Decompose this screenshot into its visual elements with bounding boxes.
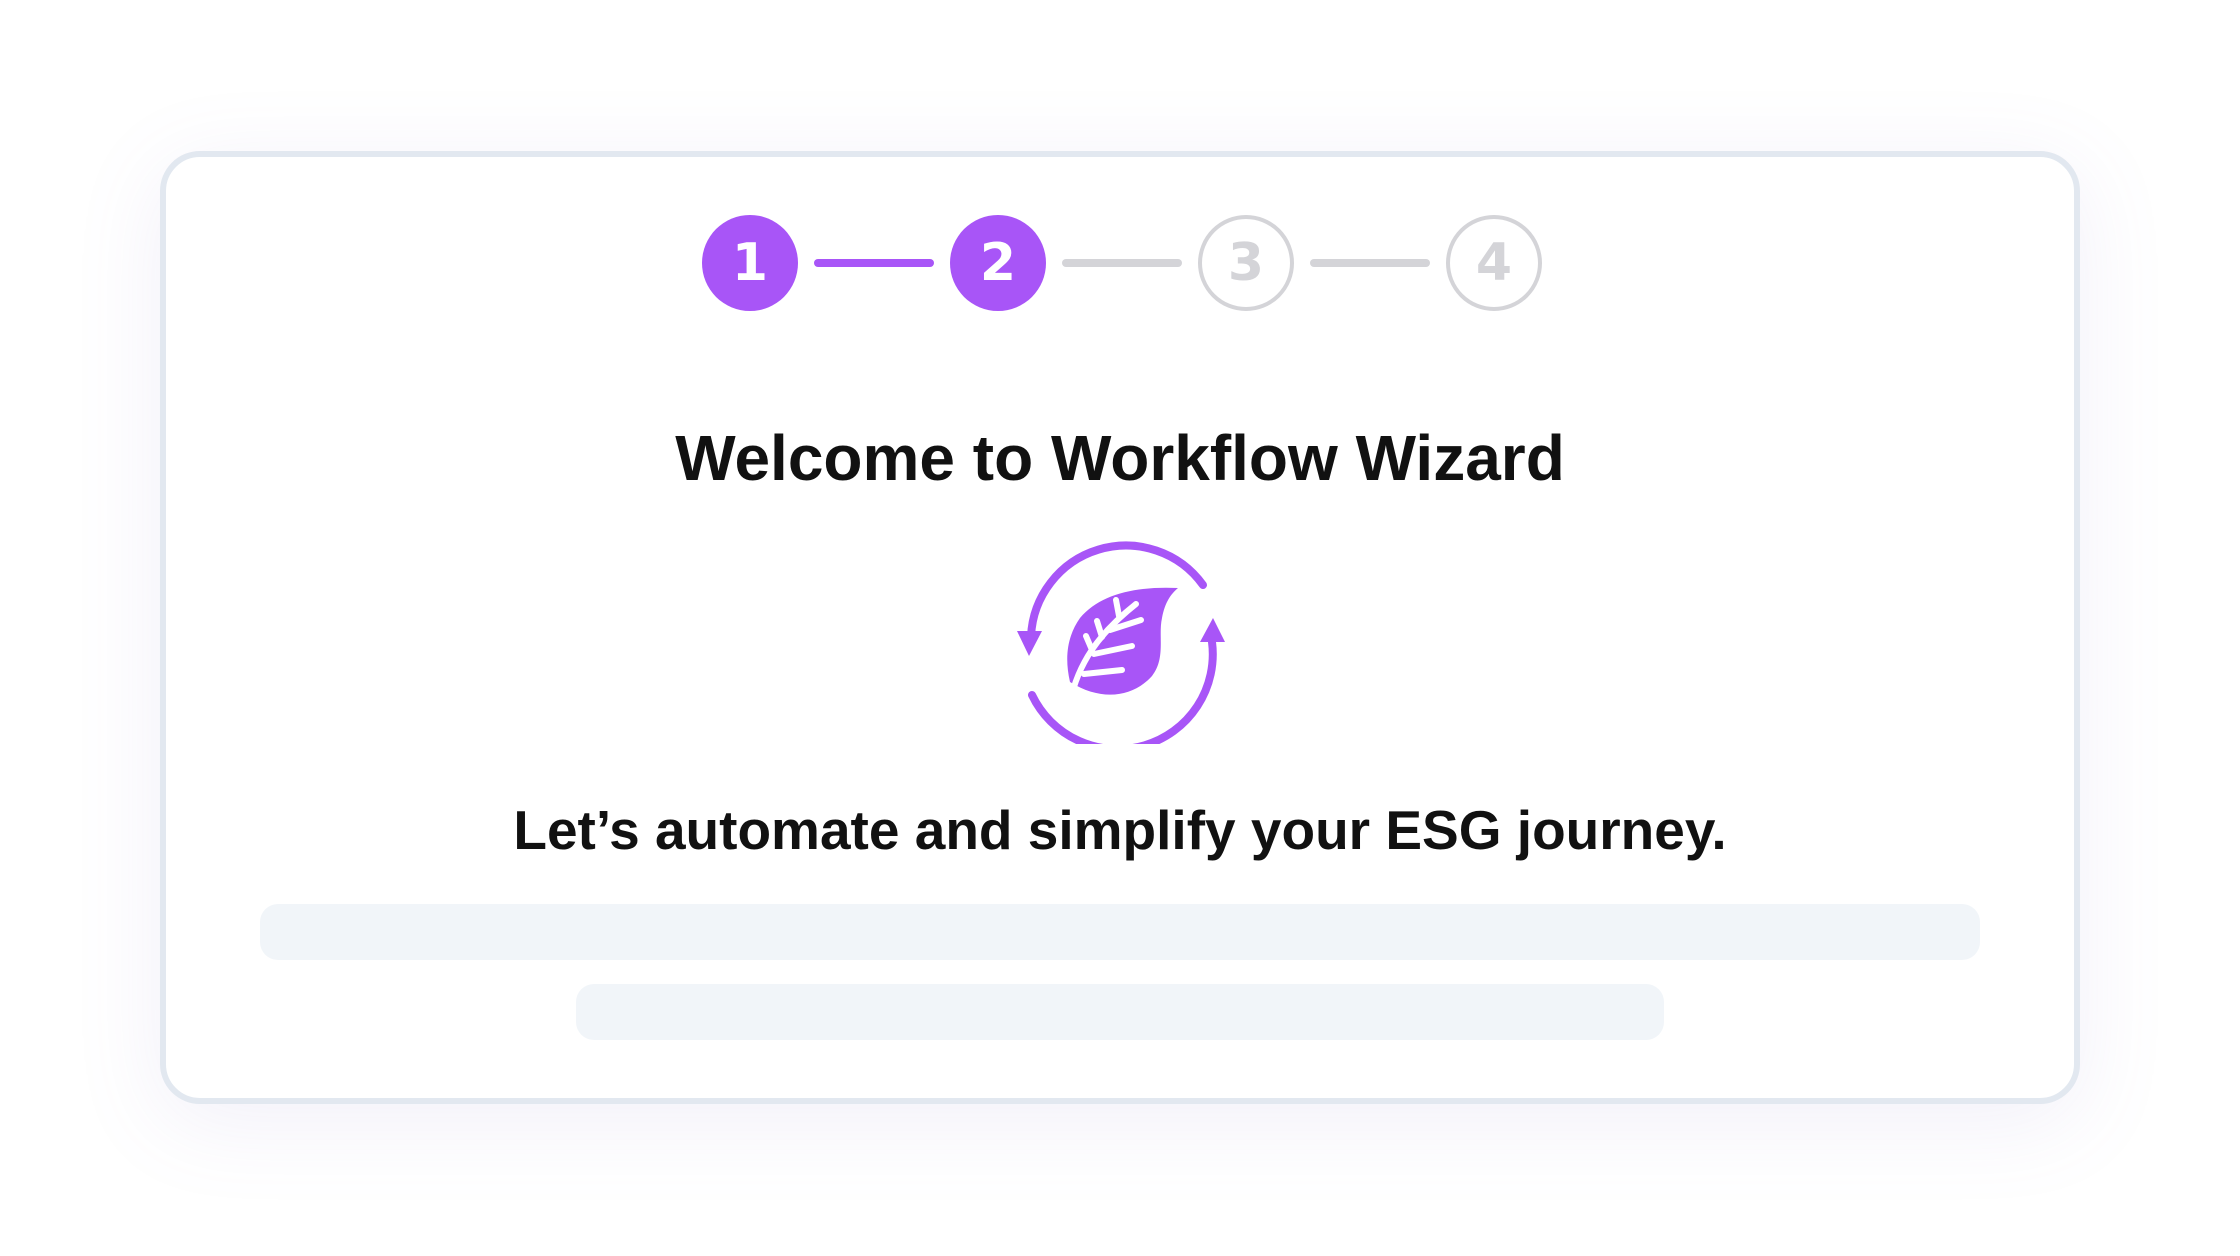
stepper: 1 2 3 4 bbox=[166, 215, 2074, 319]
step-connector-1-2 bbox=[814, 259, 934, 267]
step-1-label: 1 bbox=[731, 233, 769, 293]
step-2-label: 2 bbox=[979, 233, 1017, 293]
step-3-indicator[interactable]: 3 bbox=[1198, 215, 1294, 311]
skeleton-line-2 bbox=[576, 984, 1664, 1040]
page-title: Welcome to Workflow Wizard bbox=[675, 422, 1565, 494]
step-2-indicator[interactable]: 2 bbox=[950, 215, 1046, 311]
step-connector-3-4 bbox=[1310, 259, 1430, 267]
step-3-label: 3 bbox=[1227, 233, 1265, 293]
step-4-label: 4 bbox=[1475, 233, 1513, 293]
step-connector-2-3 bbox=[1062, 259, 1182, 267]
step-1-indicator[interactable]: 1 bbox=[702, 215, 798, 311]
leaf-cycle-icon bbox=[1017, 541, 1225, 744]
skeleton-line-1 bbox=[260, 904, 1980, 960]
wizard-card: 1 2 3 4 Welcome to Workflow Wizard Let’s… bbox=[160, 151, 2080, 1104]
step-4-indicator[interactable]: 4 bbox=[1446, 215, 1542, 311]
subtitle: Let’s automate and simplify your ESG jou… bbox=[513, 799, 1727, 861]
